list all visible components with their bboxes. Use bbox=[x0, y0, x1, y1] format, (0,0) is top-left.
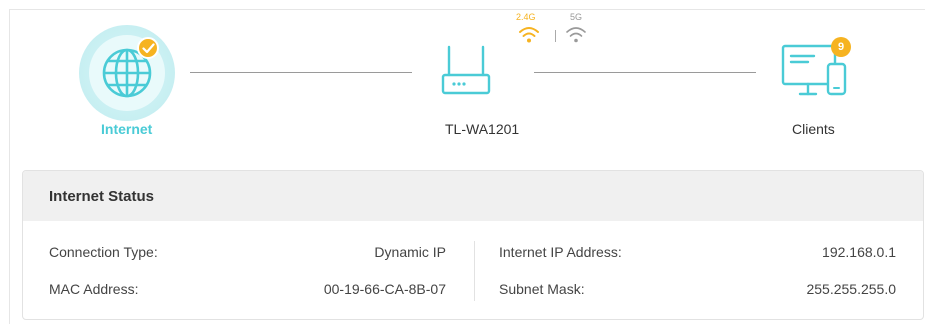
subnet-mask-label: Subnet Mask: bbox=[499, 281, 585, 297]
internet-status-card: Internet Status Connection Type: Dynamic… bbox=[22, 170, 924, 320]
connection-type-label: Connection Type: bbox=[49, 244, 158, 260]
internet-status-title: Internet Status bbox=[49, 188, 155, 205]
mac-address-value: 00-19-66-CA-8B-07 bbox=[323, 281, 446, 297]
internet-node[interactable] bbox=[79, 25, 175, 121]
connected-check-badge bbox=[137, 37, 159, 59]
wifi-5g-icon[interactable] bbox=[565, 26, 587, 44]
clients-count-badge: 9 bbox=[831, 37, 851, 57]
check-icon bbox=[142, 43, 155, 54]
internet-status-header: Internet Status bbox=[23, 171, 923, 221]
connection-line-clients bbox=[534, 72, 756, 73]
connection-line-internet bbox=[190, 72, 412, 73]
subnet-mask-value: 255.255.255.0 bbox=[806, 281, 896, 297]
connection-type-value: Dynamic IP bbox=[374, 244, 446, 260]
internet-ip-label: Internet IP Address: bbox=[499, 244, 622, 260]
mac-address-label: MAC Address: bbox=[49, 281, 139, 297]
clients-label: Clients bbox=[792, 121, 835, 137]
router-icon[interactable] bbox=[440, 45, 492, 97]
column-divider bbox=[474, 241, 475, 301]
internet-label: Internet bbox=[101, 121, 153, 137]
device-name-label: TL-WA1201 bbox=[445, 121, 520, 137]
wifi-24g-icon[interactable] bbox=[518, 26, 540, 44]
band-24g-label: 2.4G bbox=[516, 12, 536, 22]
internet-ip-value: 192.168.0.1 bbox=[822, 244, 896, 260]
band-5g-label: 5G bbox=[570, 12, 583, 22]
band-separator bbox=[555, 30, 556, 42]
